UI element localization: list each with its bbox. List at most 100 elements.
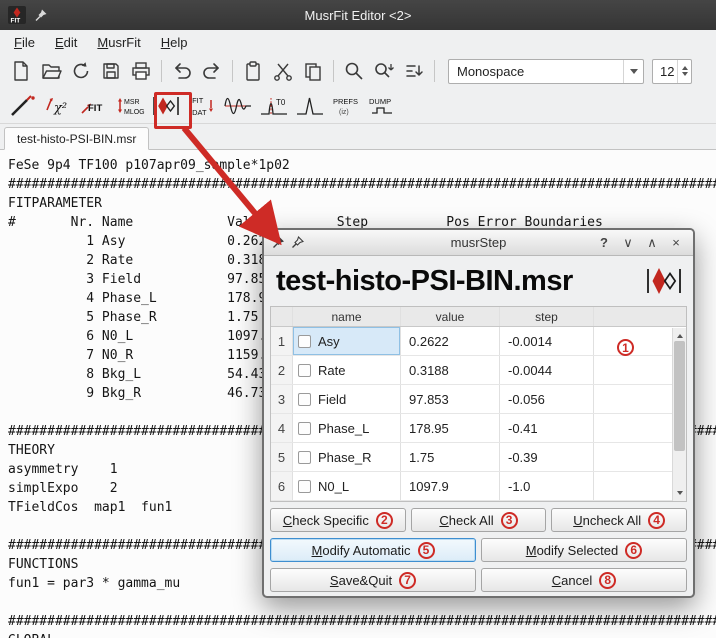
header-name[interactable]: name: [293, 307, 401, 326]
step-cell[interactable]: -0.056: [500, 385, 594, 413]
print-icon[interactable]: [126, 57, 156, 85]
reload-icon[interactable]: [66, 57, 96, 85]
parameter-table: name value step 1 Asy 0.2622 -0.0014 2: [270, 306, 687, 502]
chisq-only-icon[interactable]: χ²: [42, 90, 74, 122]
row-checkbox[interactable]: [298, 335, 311, 348]
table-row[interactable]: 6 N0_L 1097.9 -1.0: [271, 472, 686, 501]
dialog-heading: test-histo-PSI-BIN.msr: [276, 265, 573, 298]
new-file-icon[interactable]: [6, 57, 36, 85]
menu-edit[interactable]: Edit: [47, 33, 85, 52]
editor-line: ########################################…: [8, 612, 708, 631]
musrfit-editor-window: FIT MusrFit Editor <2> File Edit MusrFit…: [0, 0, 716, 638]
main-toolbar: Monospace 12: [0, 54, 716, 88]
font-size-stepper[interactable]: 12: [652, 59, 692, 84]
scroll-down-icon[interactable]: [673, 488, 687, 501]
fourier-icon[interactable]: [294, 90, 326, 122]
undo-icon[interactable]: [167, 57, 197, 85]
modify-automatic-button[interactable]: Modify Automatic 5: [270, 538, 476, 562]
asymmetry-plot-icon[interactable]: [222, 90, 254, 122]
window-titlebar[interactable]: FIT MusrFit Editor <2>: [0, 0, 716, 30]
dump-icon[interactable]: DUMP: [366, 90, 398, 122]
t0-icon[interactable]: T0: [258, 90, 290, 122]
row-checkbox[interactable]: [298, 422, 311, 435]
annotation-5: 5: [418, 542, 435, 559]
open-folder-icon[interactable]: [36, 57, 66, 85]
table-row[interactable]: 4 Phase_L 178.95 -0.41: [271, 414, 686, 443]
header-value[interactable]: value: [401, 307, 500, 326]
paste-icon[interactable]: [238, 57, 268, 85]
pin-icon-2[interactable]: [291, 236, 304, 249]
close-icon[interactable]: ×: [667, 235, 685, 250]
modify-selected-button[interactable]: Modify Selected 6: [481, 538, 687, 562]
name-cell: Field: [293, 385, 401, 413]
save-quit-button[interactable]: Save&Quit 7: [270, 568, 476, 592]
annotation-3: 3: [501, 512, 518, 529]
scrollbar-thumb[interactable]: [674, 341, 685, 451]
param-name: Phase_L: [318, 421, 369, 436]
step-cell[interactable]: -0.41: [500, 414, 594, 442]
table-row[interactable]: 3 Field 97.853 -0.056: [271, 385, 686, 414]
check-specific-button[interactable]: Check Specific 2: [270, 508, 406, 532]
exit-button-row: Save&Quit 7 Cancel 8: [270, 568, 687, 592]
search-icon[interactable]: [339, 57, 369, 85]
svg-text:.FIT: .FIT: [190, 96, 204, 105]
copy-icon[interactable]: [298, 57, 328, 85]
value-cell[interactable]: 0.2622: [401, 327, 500, 355]
row-checkbox[interactable]: [298, 393, 311, 406]
dialog-titlebar[interactable]: musrStep ? ∨ ∧ ×: [264, 230, 693, 256]
row-number: 1: [271, 327, 293, 355]
toolbar-separator: [434, 60, 435, 82]
check-button-row: Check Specific 2 Check All 3 Uncheck All…: [270, 508, 687, 532]
scroll-up-icon[interactable]: [673, 328, 687, 341]
redo-icon[interactable]: [197, 57, 227, 85]
step-cell[interactable]: -0.39: [500, 443, 594, 471]
font-family-select[interactable]: Monospace: [448, 59, 644, 84]
shade-up-icon[interactable]: ∧: [643, 235, 661, 251]
value-cell[interactable]: 97.853: [401, 385, 500, 413]
uncheck-all-button[interactable]: Uncheck All 4: [551, 508, 687, 532]
row-checkbox[interactable]: [298, 364, 311, 377]
cancel-button[interactable]: Cancel 8: [481, 568, 687, 592]
tab-msr-file[interactable]: test-histo-PSI-BIN.msr: [4, 127, 149, 150]
table-scrollbar[interactable]: [672, 328, 686, 501]
annotation-4: 4: [648, 512, 665, 529]
table-row[interactable]: 5 Phase_R 1.75 -0.39: [271, 443, 686, 472]
fit-icon[interactable]: FIT: [78, 90, 110, 122]
svg-text:MLOG: MLOG: [124, 109, 145, 116]
row-checkbox[interactable]: [298, 451, 311, 464]
shade-down-icon[interactable]: ∨: [619, 235, 637, 251]
value-cell[interactable]: 1097.9: [401, 472, 500, 500]
musrstep-dialog: musrStep ? ∨ ∧ × test-histo-PSI-BIN.msr …: [262, 228, 695, 598]
annotation-2: 2: [376, 512, 393, 529]
editor-line: ########################################…: [8, 175, 708, 194]
chevron-down-icon[interactable]: [623, 60, 643, 83]
header-row-number: [271, 307, 293, 326]
musrwiz-icon[interactable]: [6, 90, 38, 122]
row-checkbox[interactable]: [298, 480, 311, 493]
step-cell[interactable]: -0.0044: [500, 356, 594, 384]
step-cell[interactable]: -0.0014: [500, 327, 594, 355]
row-number: 5: [271, 443, 293, 471]
help-button[interactable]: ?: [595, 235, 613, 250]
msr2mlog-icon[interactable]: MSRMLOG: [114, 90, 146, 122]
menu-musrfit[interactable]: MusrFit: [89, 33, 148, 52]
step-cell[interactable]: -1.0: [500, 472, 594, 500]
value-cell[interactable]: 178.95: [401, 414, 500, 442]
svg-text:χ²: χ²: [53, 101, 67, 116]
dialog-heading-row: test-histo-PSI-BIN.msr: [264, 256, 693, 306]
value-cell[interactable]: 1.75: [401, 443, 500, 471]
menu-help[interactable]: Help: [153, 33, 196, 52]
find-next-icon[interactable]: [369, 57, 399, 85]
goto-line-icon[interactable]: [399, 57, 429, 85]
value-cell[interactable]: 0.3188: [401, 356, 500, 384]
header-step[interactable]: step: [500, 307, 594, 326]
pin-icon[interactable]: [272, 236, 285, 249]
cut-icon[interactable]: [268, 57, 298, 85]
save-icon[interactable]: [96, 57, 126, 85]
header-extra: [594, 307, 686, 326]
menu-file[interactable]: File: [6, 33, 43, 52]
check-all-button[interactable]: Check All 3: [411, 508, 547, 532]
stepper-arrows[interactable]: [677, 60, 691, 83]
prefs-icon[interactable]: PREFS(iz): [330, 90, 362, 122]
table-row[interactable]: 2 Rate 0.3188 -0.0044: [271, 356, 686, 385]
